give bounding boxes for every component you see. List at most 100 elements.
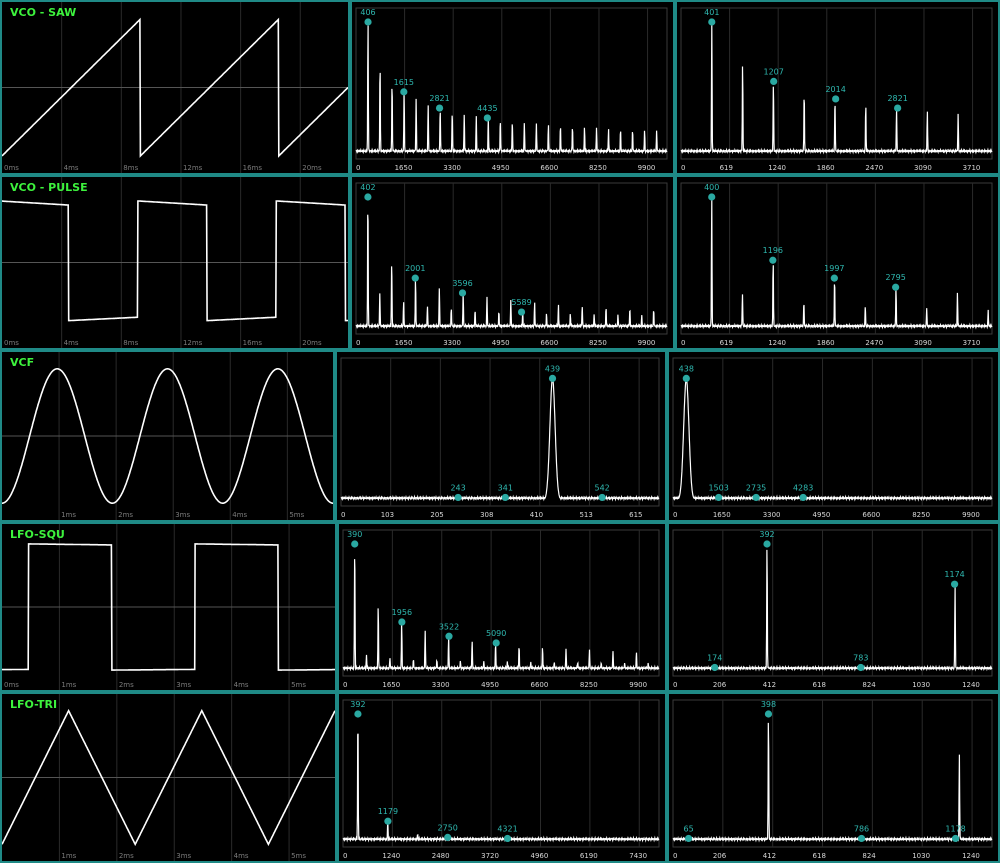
freq-tick-label: 3300 bbox=[432, 681, 450, 689]
peak-marker[interactable] bbox=[444, 833, 452, 841]
time-tick-label: 20ms bbox=[302, 339, 322, 347]
peak-marker[interactable] bbox=[894, 104, 902, 112]
spectrum-panel[interactable]: 0 1650 3300 4950 6600 8250 9900 406 1615 2821 4435 bbox=[350, 0, 675, 175]
freq-tick-label: 3090 bbox=[914, 164, 932, 172]
freq-tick-label: 1240 bbox=[768, 339, 786, 347]
peak-marker[interactable] bbox=[764, 710, 773, 718]
peak-marker[interactable] bbox=[711, 663, 719, 672]
peak-marker[interactable] bbox=[454, 493, 462, 502]
spectrum-plot: 0 103 205 308 410 513 615 243 341 439 542 bbox=[340, 357, 660, 519]
freq-tick-label: 6600 bbox=[531, 681, 549, 689]
peak-marker[interactable] bbox=[799, 493, 807, 502]
time-tick-label: 0ms bbox=[4, 339, 19, 347]
peak-marker[interactable] bbox=[400, 88, 408, 96]
oscilloscope-plot: 1ms 2ms 3ms 4ms 5ms bbox=[2, 352, 333, 520]
analyzer-row: 0ms 1ms 2ms 3ms 4ms 5ms LFO-SQU 0 1650 3300 4950 66… bbox=[0, 522, 1000, 692]
peak-marker[interactable] bbox=[364, 18, 372, 26]
freq-tick-label: 8250 bbox=[589, 164, 607, 172]
freq-tick-label: 2470 bbox=[865, 164, 883, 172]
spectrum-panel[interactable]: 0 619 1240 1860 2470 3090 3710 400 1196 1997 2795 bbox=[675, 175, 1000, 350]
oscilloscope-panel[interactable]: 0ms 4ms 8ms 12ms 16ms 20ms VCO - SAW bbox=[0, 0, 350, 175]
freq-tick-label: 412 bbox=[763, 852, 776, 860]
peak-marker[interactable] bbox=[384, 817, 392, 825]
peak-marker[interactable] bbox=[763, 540, 771, 548]
peak-frequency-label: 398 bbox=[761, 700, 776, 709]
peak-frequency-label: 1207 bbox=[764, 67, 784, 76]
peak-marker[interactable] bbox=[364, 193, 372, 201]
time-tick-label: 20ms bbox=[302, 164, 322, 172]
oscilloscope-panel[interactable]: 0ms 1ms 2ms 3ms 4ms 5ms LFO-SQU bbox=[0, 522, 337, 692]
peak-marker[interactable] bbox=[830, 274, 838, 282]
freq-tick-label: 4960 bbox=[531, 852, 549, 860]
peak-marker[interactable] bbox=[708, 193, 716, 201]
peak-marker[interactable] bbox=[682, 374, 690, 382]
spectrum-plot: 0 1650 3300 4950 6600 8250 9900 390 1956 3522 5090 bbox=[342, 529, 660, 689]
oscilloscope-panel[interactable]: 1ms 2ms 3ms 4ms 5ms LFO-TRI bbox=[0, 692, 337, 863]
spectrum-panel[interactable]: 0 206 412 618 824 1030 1240 174 392 783 1174 bbox=[667, 522, 1000, 692]
peak-marker[interactable] bbox=[892, 283, 900, 291]
freq-tick-label: 0 bbox=[673, 852, 677, 860]
peak-marker[interactable] bbox=[445, 632, 453, 640]
peak-marker[interactable] bbox=[950, 580, 959, 588]
peak-marker[interactable] bbox=[435, 104, 444, 112]
peak-frequency-label: 392 bbox=[350, 700, 365, 709]
time-tick-label: 16ms bbox=[243, 339, 263, 347]
spectrum-panel[interactable]: 0 1650 3300 4950 6600 8250 9900 438 1503 2735 4283 bbox=[667, 350, 1000, 522]
peak-marker[interactable] bbox=[857, 663, 865, 672]
peak-marker[interactable] bbox=[398, 618, 406, 626]
plot-frame bbox=[342, 529, 660, 677]
peak-marker[interactable] bbox=[770, 77, 778, 86]
peak-marker[interactable] bbox=[351, 540, 359, 548]
waveform-trace bbox=[2, 200, 348, 322]
spectrum-plot: 0 206 412 618 824 1030 1240 174 392 783 1174 bbox=[672, 529, 993, 689]
peak-marker[interactable] bbox=[832, 95, 840, 103]
spectrum-trace bbox=[340, 377, 660, 502]
spectrum-panel[interactable]: 0 1650 3300 4950 6600 8250 9900 402 2001 3596 5589 bbox=[350, 175, 675, 350]
time-tick-label: 3ms bbox=[176, 852, 191, 860]
peak-marker[interactable] bbox=[548, 374, 557, 382]
peak-frequency-label: 438 bbox=[679, 364, 694, 373]
spectrum-panel[interactable]: 0 1240 2480 3720 4960 6190 7430 392 1179 2750 4321 bbox=[337, 692, 667, 863]
peak-marker[interactable] bbox=[715, 493, 723, 502]
plot-frame bbox=[680, 182, 993, 335]
freq-tick-label: 3300 bbox=[763, 511, 781, 519]
peak-marker[interactable] bbox=[598, 493, 606, 502]
peak-frequency-label: 341 bbox=[498, 483, 513, 492]
channel-title: VCO - PULSE bbox=[10, 181, 88, 194]
peak-marker[interactable] bbox=[411, 274, 419, 282]
spectrum-panel[interactable]: 0 1650 3300 4950 6600 8250 9900 390 1956 3522 5090 bbox=[337, 522, 667, 692]
peak-marker[interactable] bbox=[503, 834, 512, 843]
peak-frequency-label: 439 bbox=[545, 364, 560, 373]
freq-tick-label: 3300 bbox=[443, 339, 461, 347]
peak-marker[interactable] bbox=[492, 639, 500, 647]
freq-tick-label: 0 bbox=[343, 852, 347, 860]
peak-marker[interactable] bbox=[458, 289, 467, 297]
time-tick-label: 4ms bbox=[232, 511, 247, 519]
channel-title: LFO-TRI bbox=[10, 698, 58, 711]
peak-marker[interactable] bbox=[517, 308, 526, 316]
spectrum-trace bbox=[672, 377, 993, 502]
spectrum-panel[interactable]: 0 103 205 308 410 513 615 243 341 439 542 bbox=[335, 350, 667, 522]
freq-tick-label: 1860 bbox=[817, 339, 835, 347]
peak-marker[interactable] bbox=[501, 493, 509, 502]
freq-tick-label: 9900 bbox=[629, 681, 647, 689]
time-tick-label: 4ms bbox=[64, 164, 79, 172]
oscilloscope-panel[interactable]: 0ms 4ms 8ms 12ms 16ms 20ms VCO - PULSE bbox=[0, 175, 350, 350]
peak-marker[interactable] bbox=[857, 834, 866, 843]
peak-marker[interactable] bbox=[752, 493, 760, 502]
time-tick-label: 4ms bbox=[234, 681, 249, 689]
peak-marker[interactable] bbox=[354, 710, 362, 718]
spectrum-panel[interactable]: 0 619 1240 1860 2470 3090 3710 401 1207 2014 2821 bbox=[675, 0, 1000, 175]
peak-marker[interactable] bbox=[483, 114, 491, 122]
peak-marker[interactable] bbox=[951, 834, 960, 843]
freq-tick-label: 0 bbox=[681, 164, 685, 172]
oscilloscope-panel[interactable]: 1ms 2ms 3ms 4ms 5ms VCF bbox=[0, 350, 335, 522]
peak-marker[interactable] bbox=[769, 256, 777, 264]
freq-tick-label: 4950 bbox=[813, 511, 831, 519]
spectrum-panel[interactable]: 0 206 412 618 824 1030 1240 65 398 786 1178 bbox=[667, 692, 1000, 863]
freq-tick-label: 206 bbox=[713, 852, 727, 860]
peak-marker[interactable] bbox=[684, 834, 693, 843]
freq-tick-label: 1030 bbox=[912, 852, 930, 860]
peak-marker[interactable] bbox=[708, 18, 716, 26]
peak-frequency-label: 5090 bbox=[486, 629, 506, 638]
